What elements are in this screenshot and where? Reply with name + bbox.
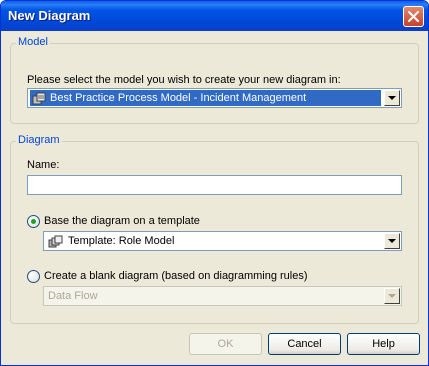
ok-button[interactable]: OK bbox=[189, 333, 262, 355]
model-select[interactable]: Best Practice Process Model - Incident M… bbox=[27, 88, 402, 108]
model-group-title: Model bbox=[16, 36, 50, 48]
name-field[interactable] bbox=[27, 175, 402, 195]
cancel-button[interactable]: Cancel bbox=[268, 333, 341, 355]
model-prompt-label: Please select the model you wish to crea… bbox=[27, 74, 341, 86]
diagramming-rules-dropdown-button[interactable] bbox=[384, 288, 400, 304]
template-dropdown-button[interactable] bbox=[384, 233, 400, 249]
template-select[interactable]: Template: Role Model bbox=[43, 231, 402, 251]
name-label: Name: bbox=[27, 159, 60, 171]
model-select-text: Best Practice Process Model - Incident M… bbox=[50, 92, 307, 104]
model-groupbox: Model Please select the model you wish t… bbox=[10, 36, 419, 124]
help-button[interactable]: Help bbox=[347, 333, 420, 355]
radio-selected-dot bbox=[31, 219, 36, 224]
new-diagram-dialog: New Diagram Model Please select the mode… bbox=[0, 0, 429, 366]
blank-option-label[interactable]: Create a blank diagram (based on diagram… bbox=[44, 270, 308, 282]
close-icon bbox=[408, 11, 419, 22]
title-bar[interactable]: New Diagram bbox=[1, 1, 428, 31]
model-dropdown-button[interactable] bbox=[384, 90, 400, 106]
template-icon bbox=[48, 235, 63, 248]
template-select-text: Template: Role Model bbox=[68, 235, 175, 247]
dialog-title: New Diagram bbox=[8, 8, 91, 23]
model-icon bbox=[32, 92, 46, 105]
close-button[interactable] bbox=[403, 6, 424, 27]
blank-diagram-radio[interactable] bbox=[27, 270, 40, 283]
diagram-group-title: Diagram bbox=[16, 134, 62, 146]
diagram-groupbox: Diagram Name: Base the diagram on a temp… bbox=[10, 134, 419, 324]
template-option-label[interactable]: Base the diagram on a template bbox=[44, 215, 200, 227]
template-radio[interactable] bbox=[27, 215, 40, 228]
model-select-value: Best Practice Process Model - Incident M… bbox=[30, 90, 381, 106]
diagramming-rules-value: Data Flow bbox=[48, 290, 98, 302]
template-select-value: Template: Role Model bbox=[46, 233, 176, 249]
diagramming-rules-select[interactable]: Data Flow bbox=[43, 286, 402, 306]
